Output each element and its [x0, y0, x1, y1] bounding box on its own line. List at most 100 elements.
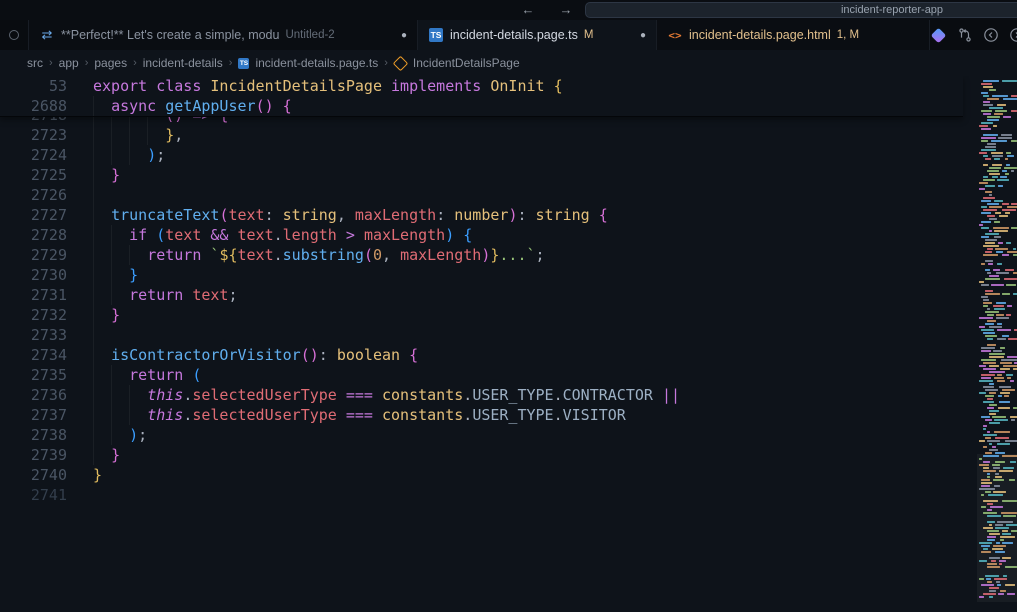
code-line[interactable]: 2737 this.selectedUserType === constants… [0, 405, 963, 425]
code-line[interactable]: 2726 [0, 185, 963, 205]
code-line[interactable]: 2740} [0, 465, 963, 485]
minimap-line-icon [1007, 251, 1017, 253]
tab-title: **Perfect!** Let's create a simple, modu [61, 28, 279, 42]
tab-chat-untitled-2[interactable]: ⇄ **Perfect!** Let's create a simple, mo… [29, 20, 418, 50]
code-line[interactable]: 2729 return `${text.substring(0, maxLeng… [0, 245, 963, 265]
code-line[interactable]: 2738 ); [0, 425, 963, 445]
minimap-line-icon [979, 458, 982, 460]
minimap-line-icon [1008, 338, 1017, 340]
code-line[interactable]: 2728 if (text && text.length > maxLength… [0, 225, 963, 245]
minimap-line-icon [997, 584, 1001, 586]
minimap-line-icon [979, 596, 984, 598]
minimap-line-icon [992, 548, 1002, 550]
overflow-tab[interactable] [0, 20, 29, 50]
code-line[interactable]: 2733 [0, 325, 963, 345]
minimap-line-icon [1000, 368, 1010, 370]
minimap-line-icon [989, 587, 999, 589]
code-line[interactable]: 2741 [0, 485, 963, 505]
minimap-line-icon [999, 386, 1012, 388]
line-number: 2726 [0, 185, 67, 205]
minimap-line-icon [994, 308, 1005, 310]
minimap-line-icon [985, 191, 992, 193]
minimap-line-icon [983, 425, 987, 427]
indent-guide-icon [93, 405, 94, 425]
minimap-line-icon [985, 389, 998, 391]
tab-incident-details-page-ts[interactable]: TS incident-details.page.ts M ● [418, 20, 657, 50]
minimap-line-icon [987, 320, 996, 322]
minimap-line-icon [981, 584, 994, 586]
gem-icon[interactable] [930, 27, 947, 44]
sticky-scroll[interactable]: 53export class IncidentDetailsPage imple… [0, 76, 963, 117]
code-line[interactable]: 2725 } [0, 165, 963, 185]
code-line[interactable]: 2739 } [0, 445, 963, 465]
minimap-line-icon [996, 272, 1010, 274]
minimap-line-icon [1001, 359, 1017, 361]
indent-guide-icon [93, 205, 94, 225]
dirty-indicator[interactable]: ● [395, 30, 407, 41]
minimap-line-icon [1013, 272, 1017, 274]
code-text: }, [93, 125, 183, 145]
history-forward-button[interactable]: → [555, 0, 577, 20]
breadcrumb-item-incident-details[interactable]: incident-details [143, 56, 223, 70]
tab-incident-details-page-html[interactable]: <> incident-details.page.html 1, M [657, 20, 930, 50]
minimap-line-icon [1013, 248, 1016, 250]
indent-guide-icon [93, 285, 94, 305]
tab-bar: ⇄ **Perfect!** Let's create a simple, mo… [0, 20, 1017, 50]
breadcrumb-item-pages[interactable]: pages [94, 56, 127, 70]
minimap-line-icon [993, 305, 1005, 307]
code-text: this.selectedUserType === constants.USER… [93, 405, 626, 425]
code-text: return `${text.substring(0, maxLength)}.… [93, 245, 545, 265]
chevron-right-icon: › [384, 57, 388, 69]
minimap-line-icon [983, 80, 999, 82]
minimap-line-icon [983, 302, 992, 304]
breadcrumb-item-src[interactable]: src [27, 56, 43, 70]
breadcrumb-item-class[interactable]: IncidentDetailsPage [413, 56, 520, 70]
chevron-right-icon: › [133, 57, 137, 69]
code-line[interactable]: 2731 return text; [0, 285, 963, 305]
code-line[interactable]: 2732 } [0, 305, 963, 325]
minimap-line-icon [995, 527, 1010, 529]
code-line[interactable]: 2723 }, [0, 125, 963, 145]
minimap-line-icon [995, 452, 1006, 454]
minimap-line-icon [1005, 173, 1009, 175]
circle-forward-icon[interactable] [1008, 27, 1017, 44]
indent-guide-icon [147, 125, 148, 145]
minimap-line-icon [981, 494, 984, 496]
code-line[interactable]: 2730 } [0, 265, 963, 285]
compare-changes-icon[interactable] [956, 27, 973, 44]
code-line[interactable]: 2735 return ( [0, 365, 963, 385]
circle-back-icon[interactable] [982, 27, 999, 44]
code-line[interactable]: 53export class IncidentDetailsPage imple… [0, 76, 963, 96]
code-editor[interactable]: 2718 () => {2723 },2724 );2725 }27262727… [0, 76, 1017, 612]
indent-guide-icon [129, 125, 130, 145]
code-line[interactable]: 2727 truncateText(text: string, maxLengt… [0, 205, 963, 225]
minimap-line-icon [981, 83, 992, 85]
minimap-line-icon [992, 155, 1002, 157]
minimap[interactable] [977, 76, 1017, 612]
minimap-line-icon [997, 323, 1002, 325]
minimap-line-icon [987, 338, 993, 340]
code-line[interactable]: 2734 isContractorOrVisitor(): boolean { [0, 345, 963, 365]
code-line[interactable]: 2736 this.selectedUserType === constants… [0, 385, 963, 405]
minimap-line-icon [987, 170, 999, 172]
minimap-line-icon [981, 482, 992, 484]
minimap-line-icon [998, 185, 1003, 187]
chat-editor-icon: ⇄ [39, 27, 55, 43]
history-back-button[interactable]: ← [517, 0, 539, 20]
minimap-line-icon [981, 149, 996, 151]
minimap-line-icon [979, 224, 983, 226]
minimap-line-icon [981, 551, 991, 553]
dirty-indicator[interactable]: ● [634, 30, 646, 41]
minimap-line-icon [981, 374, 995, 376]
symbol-class-icon [393, 55, 409, 71]
minimap-line-icon [1000, 176, 1007, 178]
breadcrumb-item-file[interactable]: incident-details.page.ts [255, 56, 378, 70]
code-line[interactable]: 2688 async getAppUser() { [0, 96, 963, 116]
minimap-line-icon [985, 242, 995, 244]
minimap-line-icon [989, 218, 997, 220]
command-center-search[interactable]: incident-reporter-app [585, 2, 1017, 18]
code-line[interactable]: 2724 ); [0, 145, 963, 165]
line-number: 2736 [0, 385, 67, 405]
minimap-line-icon [1007, 593, 1014, 595]
breadcrumb-item-app[interactable]: app [59, 56, 79, 70]
